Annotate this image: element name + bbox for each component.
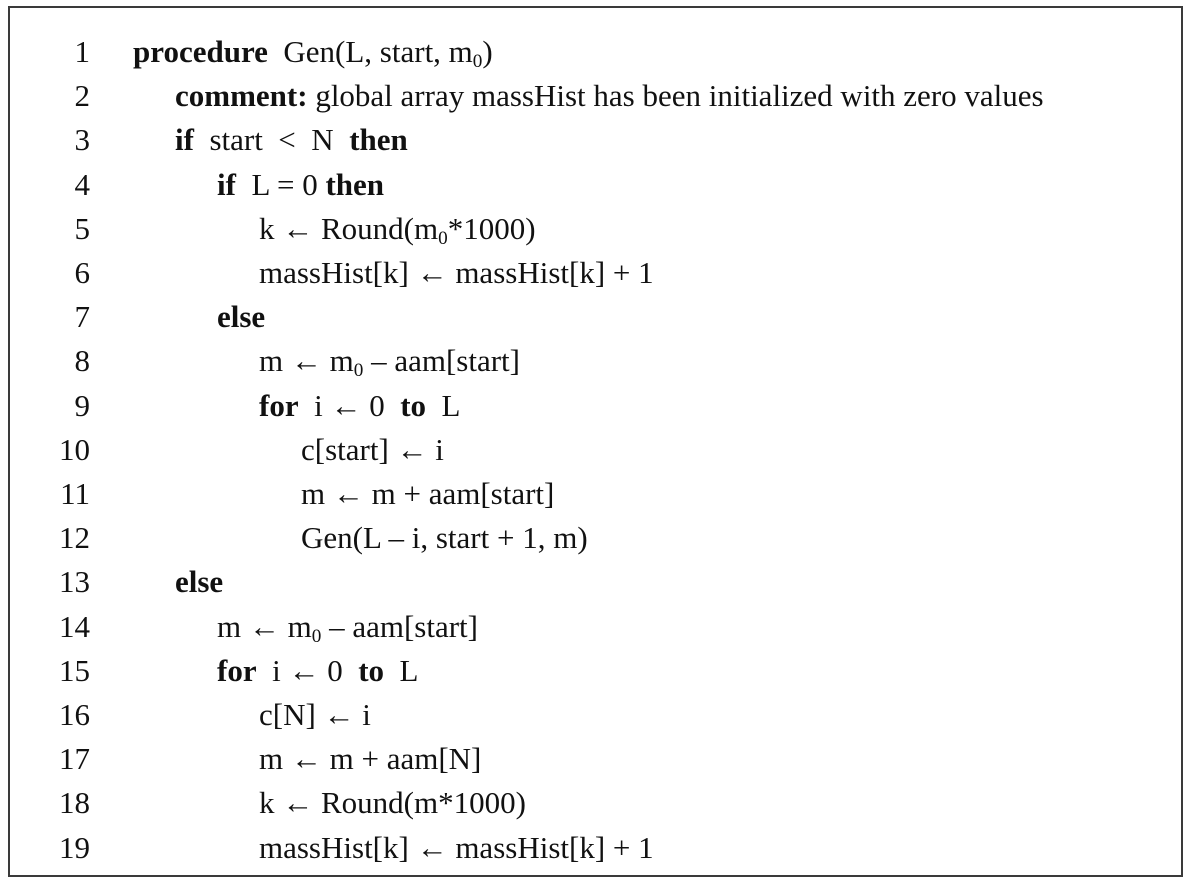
- code-fragment: – aam[start]: [363, 343, 520, 379]
- code-text: m ← m0 – aam[start]: [259, 339, 520, 383]
- code-text: c[N] ← i: [259, 693, 371, 737]
- code-line: 3 if start < N then: [10, 118, 1181, 162]
- code-line: 15 for i ← 0 to L: [10, 649, 1181, 693]
- code-text: massHist[k] ← massHist[k] + 1: [259, 251, 654, 295]
- code-fragment: m ← m: [259, 343, 354, 379]
- line-number: 2: [74, 78, 91, 114]
- line-number: 4: [74, 166, 91, 202]
- keyword: to: [358, 652, 385, 688]
- code-line: 14 m ← m0 – aam[start]: [10, 605, 1181, 649]
- keyword: if: [217, 166, 236, 202]
- code-line: 5 k ← Round(m0*1000): [10, 207, 1181, 251]
- code-fragment: Gen(L – i, start + 1, m): [301, 520, 588, 556]
- code-text: m ← m + aam[N]: [259, 737, 481, 781]
- line-number: 16: [59, 697, 90, 732]
- code-line: 17 m ← m + aam[N]: [10, 737, 1181, 781]
- line-number: 18: [59, 785, 90, 821]
- subscript: 0: [353, 360, 364, 382]
- keyword: procedure: [133, 34, 268, 69]
- code-text: for i ← 0 to L: [217, 649, 418, 693]
- code-text: if start < N then: [175, 118, 408, 162]
- code-fragment: massHist[k] ← massHist[k] + 1: [259, 255, 654, 290]
- line-number: 12: [59, 520, 90, 556]
- line-number: 9: [74, 387, 91, 423]
- code-fragment: m ← m + aam[N]: [259, 741, 482, 777]
- code-line: 2 comment: global array massHist has been…: [10, 74, 1181, 118]
- line-number: 5: [74, 210, 91, 246]
- line-number: 19: [59, 829, 90, 865]
- code-line: 7 else: [10, 295, 1181, 339]
- code-text: else: [217, 295, 265, 339]
- code-text: comment: global array massHist has been …: [175, 74, 1044, 118]
- code-line: 9 for i ← 0 to L: [10, 384, 1181, 428]
- code-line: 18 k ← Round(m*1000): [10, 781, 1181, 825]
- code-fragment: – aam[start]: [321, 608, 478, 644]
- line-number: 7: [74, 299, 91, 335]
- keyword: if: [175, 122, 194, 158]
- code-fragment: global array massHist has been initializ…: [307, 78, 1044, 114]
- code-text: k ← Round(m0*1000): [259, 207, 536, 251]
- keyword: for: [217, 652, 257, 688]
- code-text: m ← m0 – aam[start]: [217, 605, 478, 649]
- code-fragment: c[start] ← i: [301, 431, 444, 467]
- code-fragment: m ← m: [217, 608, 312, 644]
- code-text: k ← Round(m*1000): [259, 781, 526, 825]
- line-number: 3: [74, 122, 91, 158]
- code-line: 1 procedure Gen(L, start, m0): [10, 30, 1181, 74]
- code-fragment: start < N: [193, 122, 350, 158]
- code-fragment: massHist[k] ← massHist[k] + 1: [259, 829, 654, 865]
- line-number: 1: [74, 34, 91, 69]
- keyword: then: [349, 122, 408, 158]
- code-fragment: i ← 0: [298, 387, 401, 423]
- line-number: 14: [59, 608, 90, 644]
- code-line: 11 m ← m + aam[start]: [10, 472, 1181, 516]
- code-text: procedure Gen(L, start, m0): [133, 30, 493, 74]
- code-line: 8 m ← m0 – aam[start]: [10, 339, 1181, 383]
- code-fragment: k ← Round(m: [259, 210, 439, 246]
- subscript: 0: [311, 625, 322, 647]
- subscript: 0: [438, 227, 448, 249]
- line-number: 11: [60, 476, 90, 511]
- code-fragment: L: [384, 652, 419, 688]
- code-fragment: k ← Round(m*1000): [259, 785, 526, 821]
- line-number: 8: [74, 343, 91, 379]
- code-fragment: ): [482, 34, 493, 69]
- code-fragment: i ← 0: [256, 652, 359, 688]
- code-fragment: L: [426, 387, 461, 423]
- code-text: m ← m + aam[start]: [301, 472, 554, 516]
- code-text: for i ← 0 to L: [259, 384, 460, 428]
- code-text: massHist[k] ← massHist[k] + 1: [259, 826, 654, 870]
- line-number: 6: [74, 255, 91, 290]
- keyword: else: [217, 299, 266, 335]
- code-text: Gen(L – i, start + 1, m): [301, 516, 588, 560]
- line-number: 17: [59, 741, 90, 777]
- code-text: else: [175, 560, 223, 604]
- code-line: 13 else: [10, 560, 1181, 604]
- code-fragment: L = 0: [235, 166, 326, 202]
- algorithm-box: 1 procedure Gen(L, start, m0) 2 comment: gl…: [8, 6, 1183, 877]
- code-line: 6 massHist[k] ← massHist[k] + 1: [10, 251, 1181, 295]
- keyword: comment:: [175, 78, 308, 114]
- code-text: if L = 0 then: [217, 163, 384, 207]
- line-number: 15: [59, 652, 90, 688]
- keyword: for: [259, 387, 299, 423]
- subscript: 0: [472, 50, 483, 72]
- code-line: 12 Gen(L – i, start + 1, m): [10, 516, 1181, 560]
- code-fragment: m ← m + aam[start]: [301, 476, 555, 511]
- code-line: 4 if L = 0 then: [10, 163, 1181, 207]
- code-fragment: c[N] ← i: [259, 697, 371, 732]
- code-line: 10 c[start] ← i: [10, 428, 1181, 472]
- code-fragment: Gen(L, start, m: [267, 34, 473, 69]
- line-number: 10: [59, 431, 90, 467]
- line-number: 13: [59, 564, 90, 600]
- keyword: to: [400, 387, 427, 423]
- code-line: 16 c[N] ← i: [10, 693, 1181, 737]
- code-text: c[start] ← i: [301, 428, 444, 472]
- keyword: else: [175, 564, 224, 600]
- code-line: 19 massHist[k] ← massHist[k] + 1: [10, 826, 1181, 870]
- code-fragment: *1000): [447, 210, 536, 246]
- keyword: then: [325, 166, 385, 202]
